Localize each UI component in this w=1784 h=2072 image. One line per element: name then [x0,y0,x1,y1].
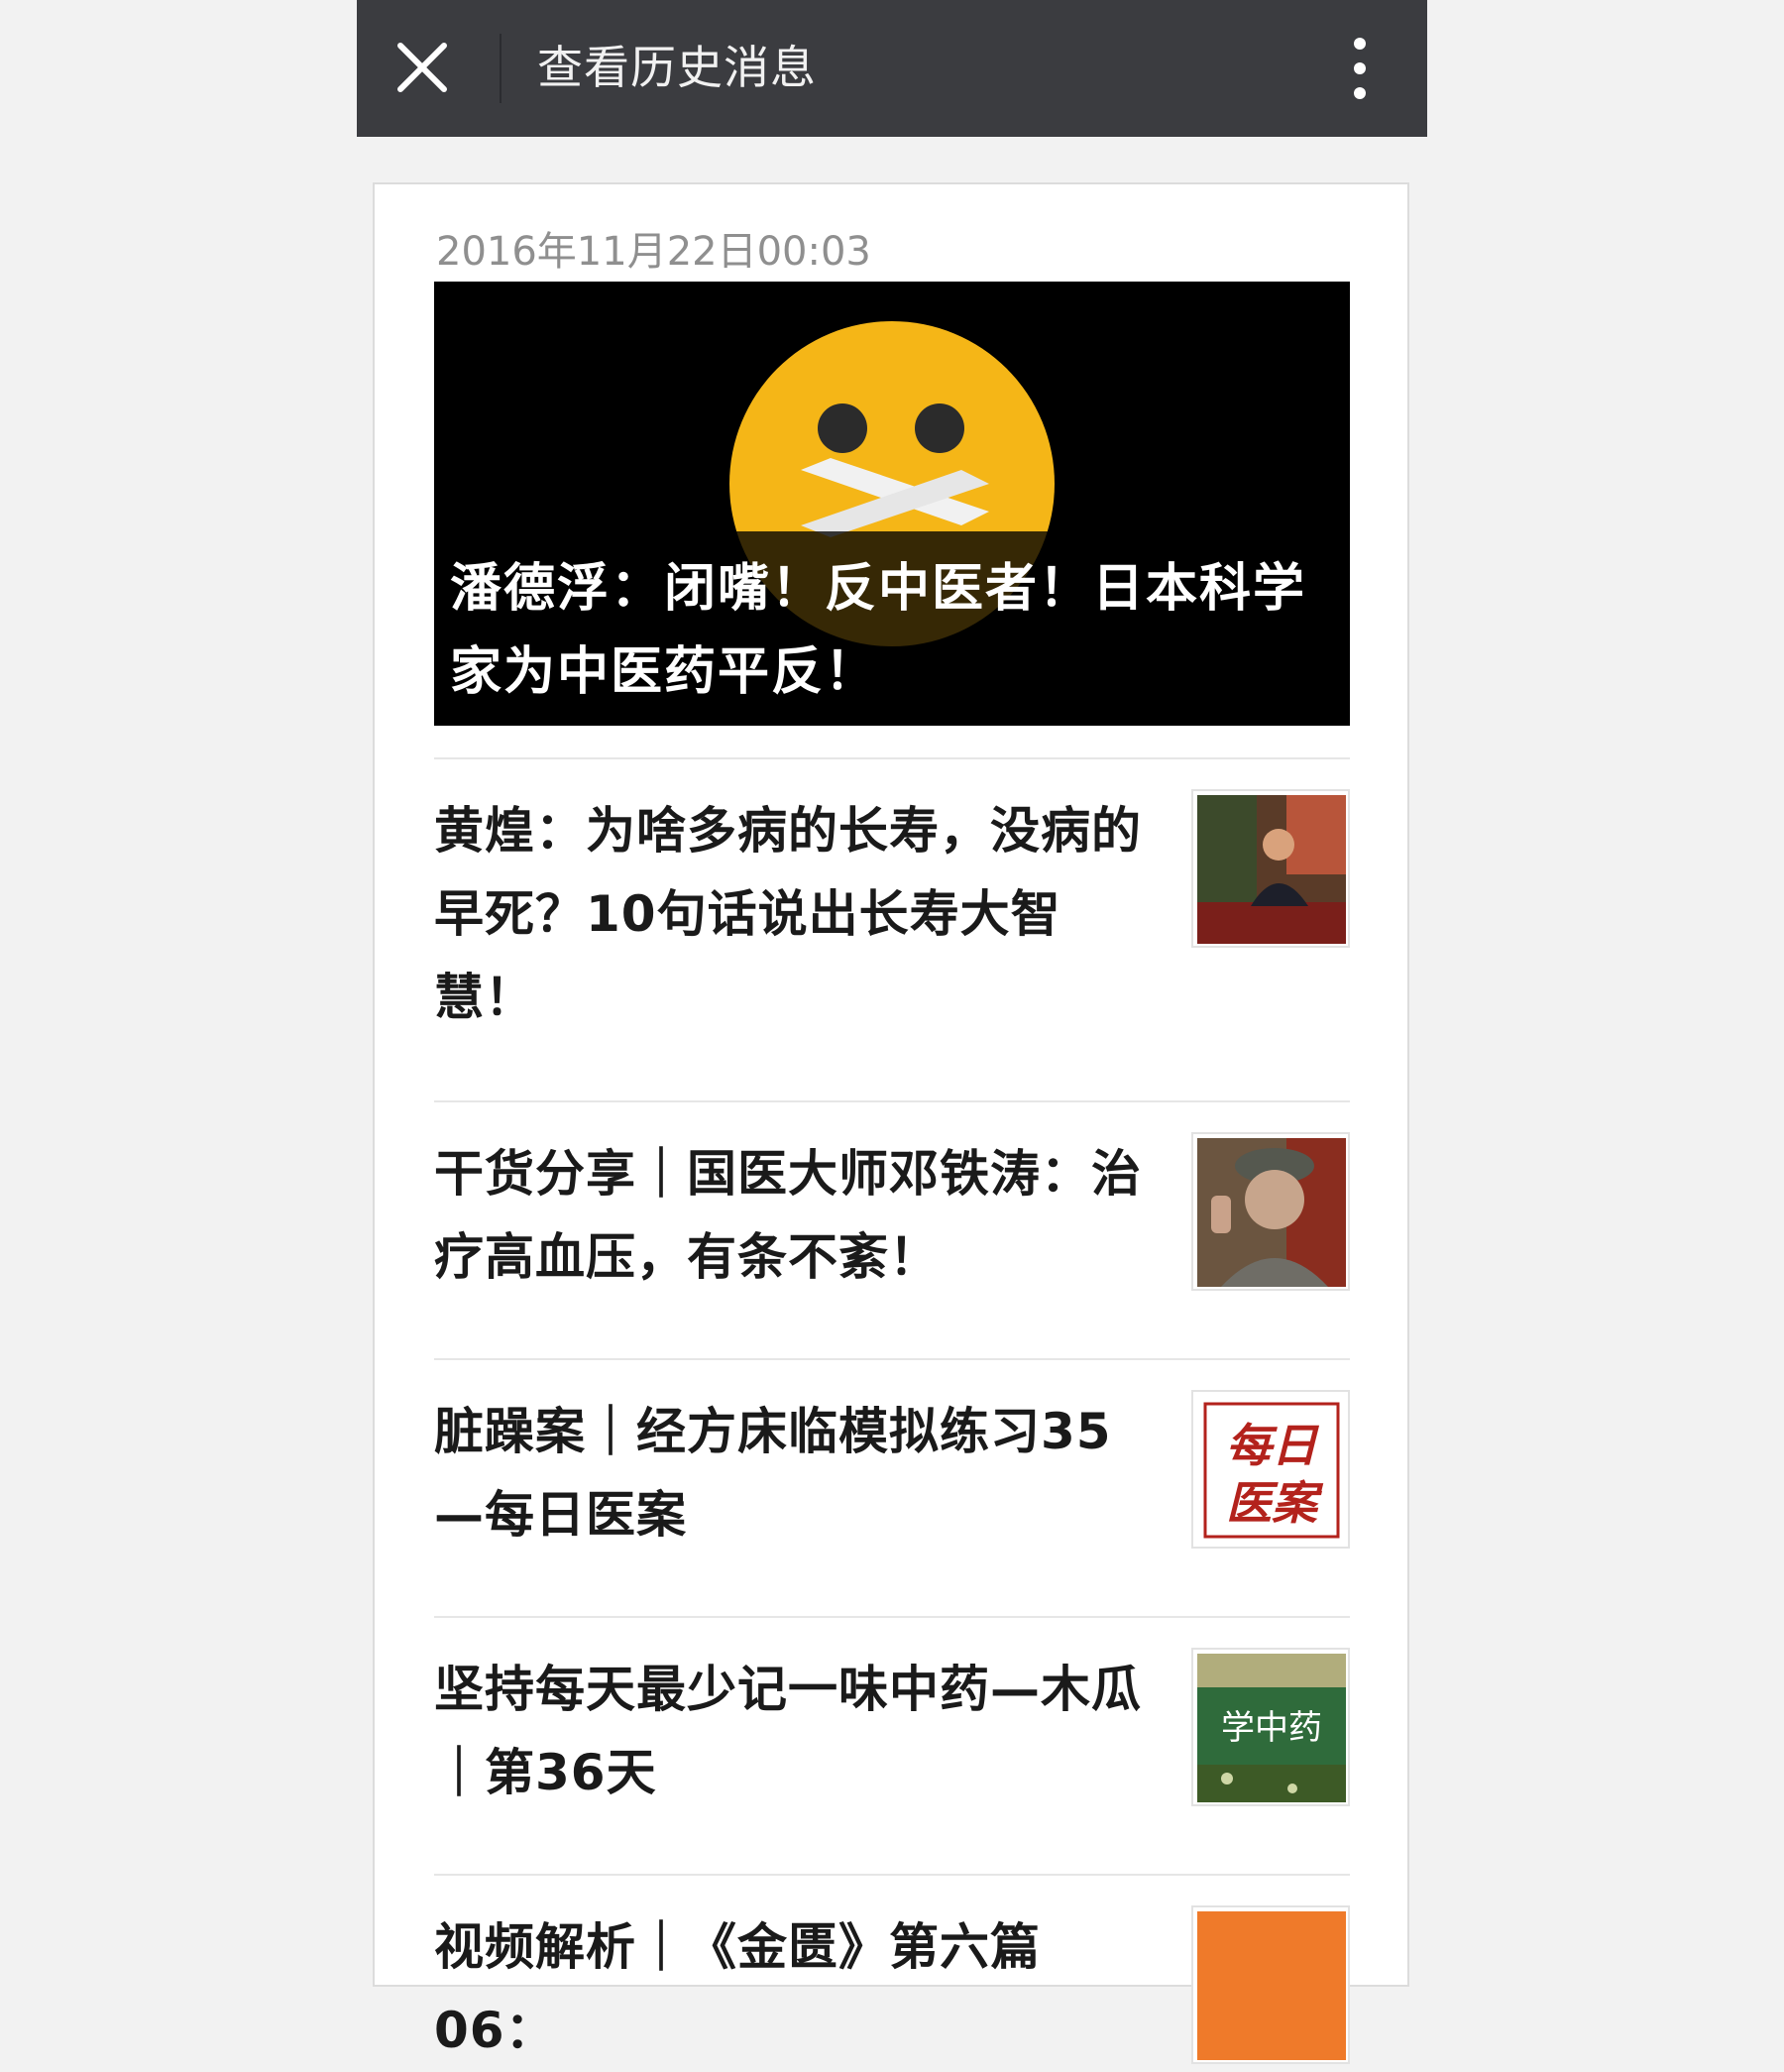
close-icon [397,43,447,92]
article-item[interactable]: 坚持每天最少记一味中药—木瓜｜第36天 学中药 [434,1616,1350,1874]
article-title: 视频解析｜《金匮》第六篇06： [434,1918,1041,2059]
video-thumbnail-image [1197,1911,1346,2060]
speaker-photo-image [1197,795,1346,944]
article-item[interactable]: 脏躁案｜经方床临模拟练习35—每日医案 每日 医案 [434,1358,1350,1616]
article-title: 坚持每天最少记一味中药—木瓜｜第36天 [434,1661,1142,1801]
logo-text: 学中药 [1221,1708,1322,1748]
logo-line-1: 每日 [1226,1419,1320,1472]
top-navigation-bar: 查看历史消息 [357,0,1427,137]
learn-herb-logo: 学中药 [1197,1654,1346,1802]
article-thumbnail [1191,1132,1350,1291]
article-title: 脏躁案｜经方床临模拟练习35—每日医案 [434,1403,1112,1544]
close-button[interactable] [394,24,484,113]
more-options-button[interactable] [1328,28,1388,109]
article-title: 黄煌：为啥多病的长寿，没病的早死？10句话说出长寿大智慧！ [434,802,1142,1026]
article-item[interactable]: 黄煌：为啥多病的长寿，没病的早死？10句话说出长寿大智慧！ [434,757,1350,1100]
message-date: 2016年11月22日00:03 [436,229,871,275]
cover-article-title: 潘德浮：闭嘴！反中医者！日本科学家为中医药平反！ [450,559,1307,702]
cover-article[interactable]: 潘德浮：闭嘴！反中医者！日本科学家为中医药平反！ [434,282,1350,726]
article-thumbnail: 学中药 [1191,1648,1350,1806]
article-thumbnail: 每日 医案 [1191,1390,1350,1549]
article-thumbnail [1191,789,1350,948]
article-thumbnail [1191,1905,1350,2064]
dot-icon [1354,87,1366,99]
article-title: 干货分享｜国医大师邓铁涛：治疗高血压，有条不紊！ [434,1145,1142,1286]
article-item[interactable]: 干货分享｜国医大师邓铁涛：治疗高血压，有条不紊！ [434,1100,1350,1358]
logo-line-2: 医案 [1226,1476,1324,1530]
elder-photo-image [1197,1138,1346,1287]
daily-case-logo: 每日 医案 [1197,1396,1346,1545]
header-divider [500,34,502,103]
article-item[interactable]: 视频解析｜《金匮》第六篇06： [434,1874,1350,2064]
message-card: 2016年11月22日00:03 潘德浮：闭嘴！反中医者！日本科学家为中医药平反… [373,182,1409,2064]
dot-icon [1354,62,1366,74]
dot-icon [1354,38,1366,50]
page-title: 查看历史消息 [537,41,817,94]
